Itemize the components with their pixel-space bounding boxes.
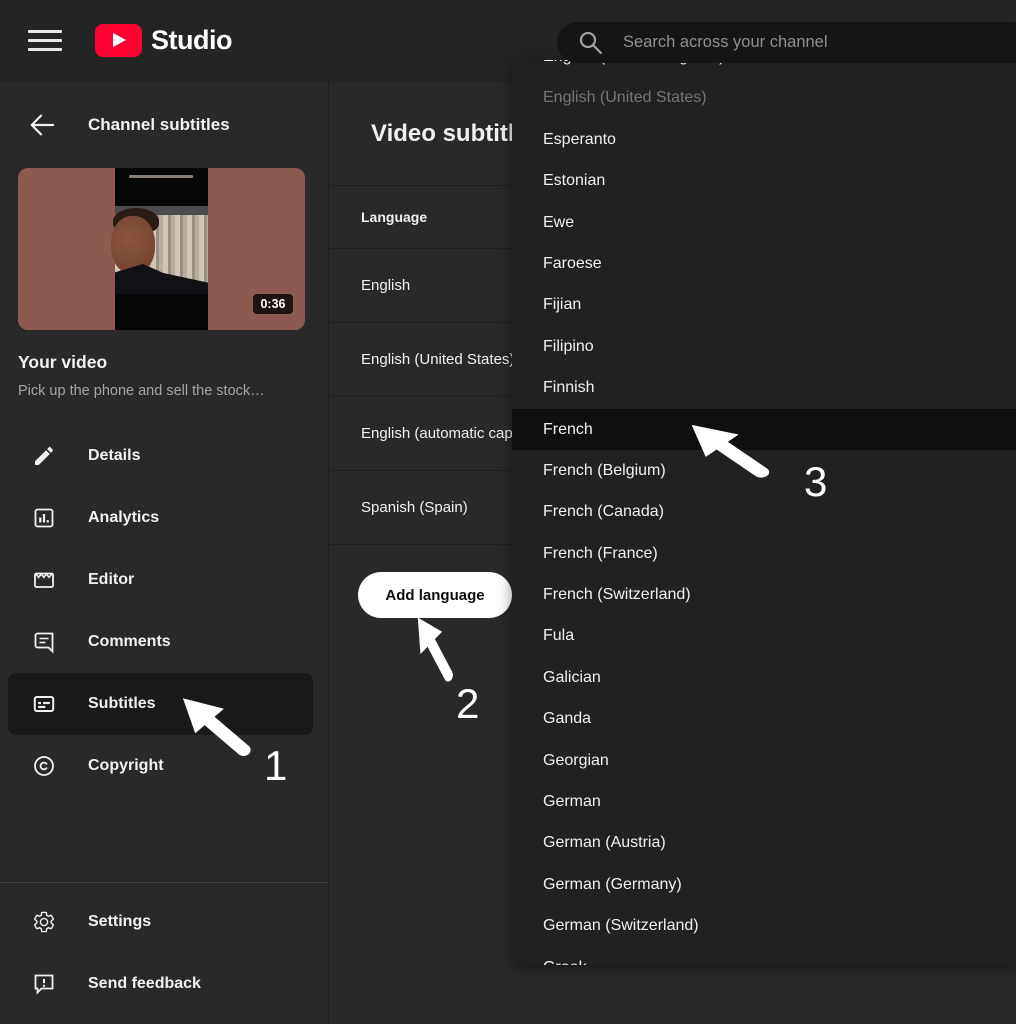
language-option-filipino[interactable]: Filipino: [512, 326, 1016, 367]
thumbnail-video-strip: [115, 168, 208, 330]
language-option-german-austria[interactable]: German (Austria): [512, 822, 1016, 863]
search-input[interactable]: [621, 32, 985, 53]
channel-subtitles-title: Channel subtitles: [88, 115, 230, 135]
sidebar-item-label: Settings: [88, 913, 151, 931]
subtitles-icon: [32, 692, 56, 716]
video-thumbnail[interactable]: 0:36: [18, 168, 305, 330]
clapperboard-icon: [32, 568, 56, 592]
language-option-english-us: English (United States): [512, 77, 1016, 118]
language-option-ewe[interactable]: Ewe: [512, 202, 1016, 243]
sidebar-item-copyright[interactable]: Copyright: [0, 735, 328, 797]
language-dropdown: English (United Kingdom) English (United…: [512, 60, 1016, 965]
thumbnail-person-suit: [115, 264, 208, 294]
language-option-faroese[interactable]: Faroese: [512, 243, 1016, 284]
back-arrow-icon[interactable]: [28, 112, 56, 138]
sidebar-item-label: Details: [88, 447, 140, 465]
language-option-greek[interactable]: Greek: [512, 947, 1016, 965]
language-option-french-france[interactable]: French (France): [512, 533, 1016, 574]
sidebar-menu: Details Analytics Editor: [0, 425, 328, 797]
copyright-icon: [32, 754, 56, 778]
your-video-label: Your video: [18, 352, 107, 373]
language-option-georgian[interactable]: Georgian: [512, 740, 1016, 781]
language-option-french[interactable]: French: [512, 409, 1016, 450]
language-option-esperanto[interactable]: Esperanto: [512, 119, 1016, 160]
language-option-finnish[interactable]: Finnish: [512, 367, 1016, 408]
language-option-german-germany[interactable]: German (Germany): [512, 864, 1016, 905]
studio-logo[interactable]: Studio: [95, 24, 232, 57]
language-option-german-switzerland[interactable]: German (Switzerland): [512, 905, 1016, 946]
sidebar-item-settings[interactable]: Settings: [0, 891, 328, 953]
back-row: Channel subtitles: [0, 100, 328, 150]
sidebar-divider: [0, 882, 328, 883]
youtube-play-icon: [95, 24, 142, 57]
sidebar-footer-menu: Settings Send feedback: [0, 891, 328, 1015]
sidebar-item-analytics[interactable]: Analytics: [0, 487, 328, 549]
language-option-fijian[interactable]: Fijian: [512, 284, 1016, 325]
language-option-estonian[interactable]: Estonian: [512, 160, 1016, 201]
sidebar-item-send-feedback[interactable]: Send feedback: [0, 953, 328, 1015]
video-sidebar: Channel subtitles 0:36 Your video Pick u…: [0, 82, 329, 1024]
language-option-galician[interactable]: Galician: [512, 657, 1016, 698]
language-option-ganda[interactable]: Ganda: [512, 698, 1016, 739]
language-option-fula[interactable]: Fula: [512, 615, 1016, 656]
pencil-icon: [32, 444, 56, 468]
language-dropdown-list: English (United Kingdom) English (United…: [512, 60, 1016, 965]
language-option-german[interactable]: German: [512, 781, 1016, 822]
add-language-button[interactable]: Add language: [358, 572, 512, 618]
sidebar-item-details[interactable]: Details: [0, 425, 328, 487]
sidebar-item-label: Copyright: [88, 757, 164, 775]
sidebar-item-label: Comments: [88, 633, 171, 651]
brand-name: Studio: [151, 25, 232, 56]
gear-icon: [32, 910, 56, 934]
thumbnail-frame: [115, 206, 208, 291]
feedback-icon: [32, 972, 56, 996]
thumbnail-watermark: [129, 175, 193, 178]
search-bar[interactable]: [557, 22, 1016, 63]
language-option-french-switzerland[interactable]: French (Switzerland): [512, 574, 1016, 615]
sidebar-item-label: Analytics: [88, 509, 159, 527]
sidebar-item-comments[interactable]: Comments: [0, 611, 328, 673]
sidebar-item-label: Editor: [88, 571, 134, 589]
sidebar-item-subtitles[interactable]: Subtitles: [8, 673, 313, 735]
hamburger-menu-icon[interactable]: [28, 30, 62, 52]
video-duration-badge: 0:36: [253, 294, 293, 314]
youtube-studio-window: Studio Channel subtitles: [0, 0, 1016, 1024]
language-option-french-canada[interactable]: French (Canada): [512, 491, 1016, 532]
video-name-text: Pick up the phone and sell the stock…: [18, 383, 265, 399]
sidebar-item-label: Subtitles: [88, 695, 156, 713]
analytics-icon: [32, 506, 56, 530]
sidebar-item-label: Send feedback: [88, 975, 201, 993]
sidebar-item-editor[interactable]: Editor: [0, 549, 328, 611]
search-icon: [578, 30, 604, 56]
comment-icon: [32, 630, 56, 654]
language-option-french-belgium[interactable]: French (Belgium): [512, 450, 1016, 491]
thumbnail-person-face: [111, 216, 155, 274]
